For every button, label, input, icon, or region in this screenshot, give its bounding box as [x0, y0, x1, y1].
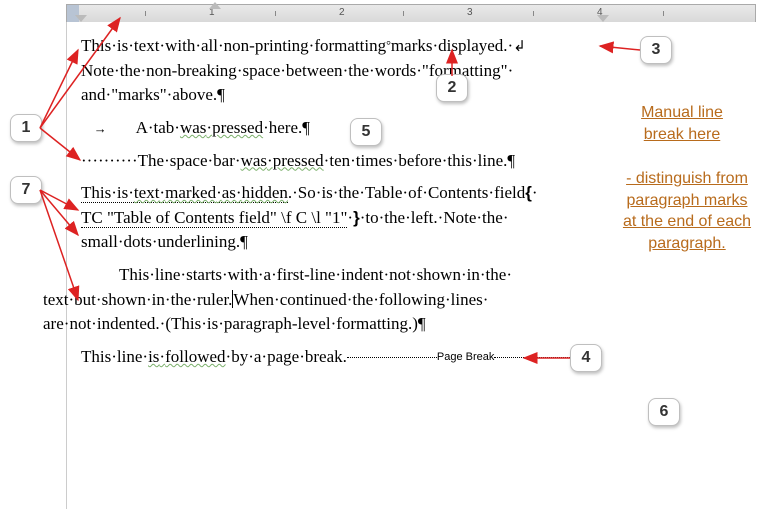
hanging-indent-marker[interactable]: [75, 15, 87, 22]
document-page[interactable]: Thisistextwithallnon-printingformattingm…: [66, 22, 756, 509]
callout-5: 5: [350, 118, 382, 146]
para-4: Thisistextmarkedashidden.SoistheTableofC…: [81, 181, 621, 255]
callout-2: 2: [436, 74, 468, 102]
pilcrow-mark: [217, 85, 225, 104]
callout-6: 6: [648, 398, 680, 426]
field-close-brace: }: [353, 208, 360, 227]
tab-mark: [94, 118, 107, 137]
callout-7: 7: [10, 176, 42, 204]
para-5: Thislinestartswithafirst-lineindentnotsh…: [81, 263, 591, 337]
page-break-label: Page Break: [437, 351, 494, 363]
ruler-num-2: 2: [339, 7, 345, 18]
callout-4: 4: [570, 344, 602, 372]
page-break-leader-left: [347, 357, 437, 359]
ten-space-dots: ··········: [81, 151, 138, 170]
callout-1: 1: [10, 114, 42, 142]
sidenote-2: - distinguish from paragraph marks at th…: [622, 168, 752, 254]
ruler-num-3: 3: [467, 7, 473, 18]
para-1: Thisistextwithallnon-printingformattingm…: [81, 34, 591, 108]
sidenote-1: Manual line break here: [622, 102, 742, 145]
para-3: ··········Thespacebarwaspressedtentimesb…: [81, 149, 591, 174]
right-indent-marker[interactable]: [597, 15, 609, 22]
first-line-indent-marker[interactable]: [209, 2, 221, 9]
ruler[interactable]: 1 2 3 4: [66, 4, 756, 23]
callout-3: 3: [640, 36, 672, 64]
para-2: Atabwaspressedhere.: [81, 116, 591, 141]
tc-field-code: TC "Table of Contents field" \f C \l "1": [81, 208, 347, 227]
field-open-brace: {: [525, 183, 532, 202]
manual-line-break-mark: [513, 36, 526, 55]
